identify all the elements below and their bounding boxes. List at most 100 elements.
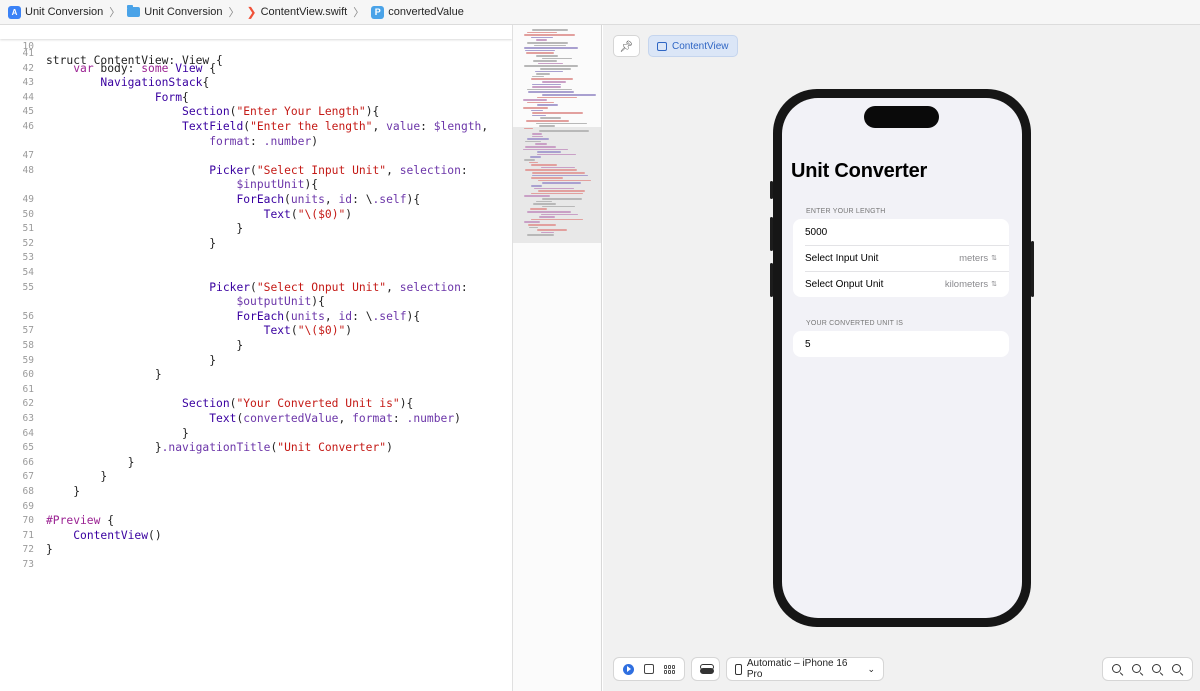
- code-line-row[interactable]: 72}: [0, 543, 512, 558]
- code-line-row[interactable]: 67 }: [0, 470, 512, 485]
- minimap-line: [532, 112, 583, 114]
- code-line-row[interactable]: 50 Text("\($0)"): [0, 208, 512, 223]
- zoom-controls: [1102, 657, 1193, 681]
- variants-icon[interactable]: [664, 664, 675, 674]
- code-line-row[interactable]: 62 Section("Your Converted Unit is"){: [0, 397, 512, 412]
- form-section-converted: 5: [793, 331, 1009, 357]
- minimap-line: [534, 187, 574, 190]
- minimap-line: [538, 190, 585, 192]
- toggle-icon: [699, 664, 714, 674]
- minimap-line: [525, 146, 556, 148]
- breadcrumb-item-folder[interactable]: Unit Conversion: [127, 5, 223, 18]
- line-number: 65: [22, 442, 34, 454]
- zoom-fit-icon[interactable]: [1131, 663, 1143, 675]
- zoom-out-icon[interactable]: [1111, 663, 1123, 675]
- code-line-row[interactable]: 47: [0, 149, 512, 164]
- content-view-selector[interactable]: ContentView: [648, 35, 738, 57]
- code-line-row[interactable]: 49 ForEach(units, id: \.self){: [0, 193, 512, 208]
- iphone-frame: Unit Converter ENTER YOUR LENGTH 5000 Se…: [770, 89, 1034, 627]
- minimap-line: [524, 221, 540, 223]
- code-line-row[interactable]: 59 }: [0, 354, 512, 369]
- code-line-row[interactable]: 56 ForEach(units, id: \.self){: [0, 310, 512, 325]
- code-line-row[interactable]: 48 Picker("Select Input Unit", selection…: [0, 164, 512, 179]
- code-line-row[interactable]: 53: [0, 251, 512, 266]
- code-line-row[interactable]: 66 }: [0, 456, 512, 471]
- line-number: 70: [22, 515, 34, 527]
- length-text-field[interactable]: 5000: [793, 219, 1009, 245]
- minimap-line: [527, 211, 571, 213]
- live-preview-icon[interactable]: [623, 663, 634, 675]
- code-line: Text(convertedValue, format: .number): [209, 412, 461, 425]
- code-line-row[interactable]: 55 Picker("Select Onput Unit", selection…: [0, 281, 512, 296]
- code-line-row[interactable]: 68 }: [0, 485, 512, 500]
- minimap-line: [525, 49, 555, 52]
- line-number: 67: [22, 471, 34, 483]
- converted-value: 5: [805, 338, 811, 350]
- code-line-row[interactable]: 73: [0, 558, 512, 573]
- code-line-row[interactable]: 63 Text(convertedValue, format: .number): [0, 412, 512, 427]
- code-line-row[interactable]: 65 }.navigationTitle("Unit Converter"): [0, 441, 512, 456]
- zoom-in-icon[interactable]: [1172, 663, 1183, 675]
- line-number: 57: [22, 325, 34, 337]
- line-number: 55: [22, 281, 34, 293]
- breadcrumb-item-file[interactable]: ❯ ContentView.swift: [247, 6, 348, 18]
- code-line-row[interactable]: 70 #Preview {: [0, 514, 512, 529]
- device-selector[interactable]: Automatic – iPhone 16 Pro ⌄: [726, 657, 884, 681]
- line-number: 10: [22, 40, 34, 52]
- minimap-line: [532, 133, 542, 135]
- minimap-line: [541, 213, 578, 216]
- minimap-line: [533, 203, 556, 205]
- code-line-row[interactable]: format: .number): [0, 135, 512, 150]
- input-unit-picker[interactable]: Select Input Unit meters ⇅: [793, 245, 1009, 271]
- line-number: 52: [22, 237, 34, 249]
- section-header-length: ENTER YOUR LENGTH: [806, 208, 886, 215]
- code-line-row[interactable]: 58 }: [0, 339, 512, 354]
- minimap[interactable]: [512, 25, 602, 691]
- zoom-100-icon[interactable]: [1152, 663, 1163, 675]
- code-line-row[interactable]: 52 }: [0, 237, 512, 252]
- minimap-line: [535, 143, 547, 145]
- minimap-line: [527, 101, 554, 104]
- minimap-visible-region[interactable]: [513, 127, 601, 243]
- code-line-row[interactable]: 61: [0, 383, 512, 398]
- breadcrumb-item-symbol[interactable]: P convertedValue: [371, 5, 464, 19]
- code-line: Section("Enter Your Length"){: [182, 105, 380, 119]
- sticky-scope-header[interactable]: 10 struct ContentView: View {: [0, 25, 512, 67]
- code-line-row[interactable]: 51 }: [0, 222, 512, 237]
- code-line-row[interactable]: 60 }: [0, 368, 512, 383]
- code-line-row[interactable]: 54: [0, 266, 512, 281]
- code-line-row[interactable]: 57 Text("\($0)"): [0, 324, 512, 339]
- code-line-row[interactable]: 44 Form{: [0, 91, 512, 106]
- breadcrumb-label: convertedValue: [388, 6, 464, 18]
- code-line-row[interactable]: $inputUnit){: [0, 178, 512, 193]
- code-line-row[interactable]: 69: [0, 500, 512, 515]
- code-line: }: [46, 339, 244, 352]
- pin-preview-button[interactable]: 📌︎: [613, 35, 640, 57]
- minimap-line: [528, 91, 574, 93]
- canvas-settings-button[interactable]: [691, 657, 720, 681]
- minimap-line: [529, 226, 538, 229]
- swift-icon: ❯: [246, 5, 257, 19]
- selectable-mode-icon[interactable]: [644, 664, 654, 674]
- breadcrumb-item-project[interactable]: A Unit Conversion: [8, 5, 103, 19]
- code-line-row[interactable]: 46 TextField("Enter the length", value: …: [0, 120, 512, 135]
- minimap-line: [530, 156, 541, 158]
- minimap-line: [532, 83, 561, 86]
- iphone-icon: [735, 663, 742, 675]
- code-line-row[interactable]: 64 }: [0, 427, 512, 442]
- code-line-row[interactable]: 43 NavigationStack{: [0, 76, 512, 91]
- power-button: [1031, 241, 1034, 297]
- chevron-right-icon: 〉: [353, 7, 365, 19]
- code-editor[interactable]: 10 struct ContentView: View { 41 42 var b…: [0, 25, 512, 691]
- minimap-line: [532, 86, 561, 88]
- code-line-row[interactable]: 45 Section("Enter Your Length"){: [0, 105, 512, 120]
- breadcrumb: A Unit Conversion 〉 Unit Conversion 〉 ❯ …: [0, 0, 1200, 25]
- minimap-line: [527, 138, 549, 140]
- code-line-row[interactable]: 71 ContentView(): [0, 529, 512, 544]
- minimap-line: [524, 34, 575, 36]
- line-number: 45: [22, 106, 34, 118]
- output-unit-picker[interactable]: Select Onput Unit kilometers ⇅: [793, 271, 1009, 297]
- code-line: ContentView(): [73, 528, 162, 542]
- line-number: 56: [22, 310, 34, 322]
- code-line-row[interactable]: $outputUnit){: [0, 295, 512, 310]
